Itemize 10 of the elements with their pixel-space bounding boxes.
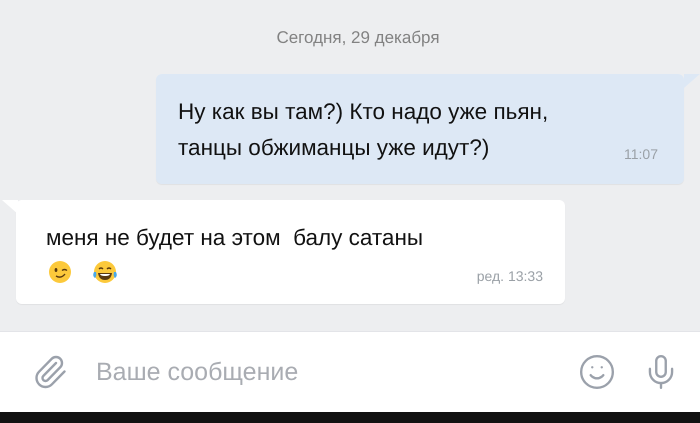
date-separator: Сегодня, 29 декабря (276, 28, 440, 48)
message-text: Ну как вы там?) Кто надо уже пьян, танцы обжиманцы уже идут?) (178, 98, 550, 162)
winking-face-icon (48, 260, 72, 284)
message-time: 11:07 (624, 146, 658, 162)
message-input[interactable]: Ваше сообщение (94, 356, 552, 388)
laughing-face-icon (92, 260, 118, 284)
message-text: меня не будет на этом балу сатаны (46, 224, 424, 252)
message-composer[interactable]: Ваше сообщение (0, 331, 700, 412)
smiley-icon[interactable] (578, 353, 616, 391)
message-time: ред. 13:33 (476, 268, 543, 284)
